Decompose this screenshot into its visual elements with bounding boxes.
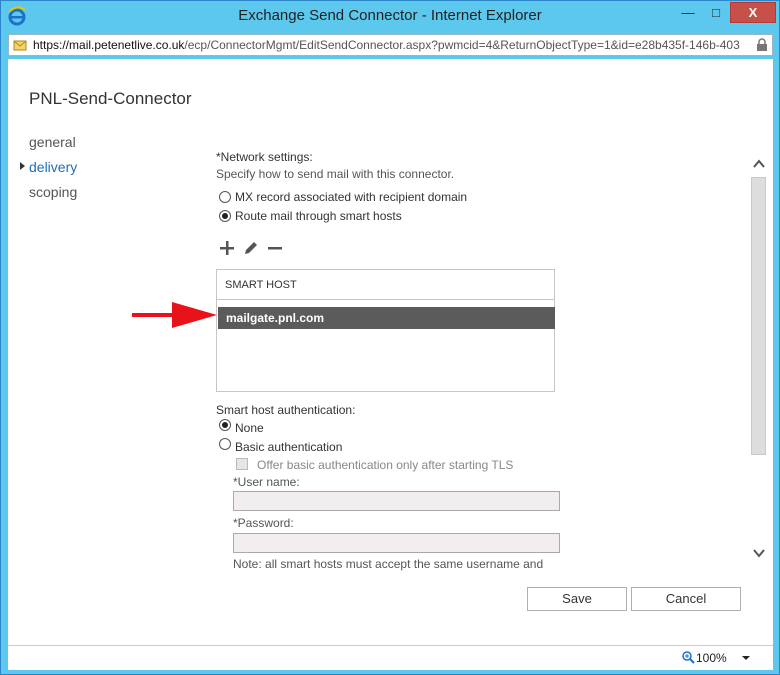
password-label: *Password: bbox=[233, 516, 294, 530]
zoom-icon[interactable] bbox=[682, 651, 695, 664]
auth-basic-radio[interactable] bbox=[219, 438, 231, 450]
network-settings-heading: *Network settings: bbox=[216, 150, 313, 164]
list-item[interactable]: mailgate.pnl.com bbox=[218, 307, 555, 329]
tls-checkbox-label: Offer basic authentication only after st… bbox=[257, 458, 514, 472]
email-page-icon bbox=[13, 40, 27, 51]
address-url[interactable]: https://mail.petenetlive.co.uk/ecp/Conne… bbox=[33, 38, 740, 52]
save-button[interactable]: Save bbox=[527, 587, 627, 611]
title-bar[interactable]: Exchange Send Connector - Internet Explo… bbox=[1, 1, 779, 32]
maximize-button[interactable]: □ bbox=[702, 2, 730, 23]
scrollbar-thumb[interactable] bbox=[751, 177, 766, 455]
network-settings-description: Specify how to send mail with this conne… bbox=[216, 167, 455, 181]
nav-item-scoping[interactable]: scoping bbox=[29, 184, 77, 200]
add-icon[interactable] bbox=[218, 239, 236, 257]
dialog-content: PNL-Send-Connector general delivery scop… bbox=[8, 59, 773, 645]
selected-caret-icon bbox=[20, 162, 25, 170]
remove-icon[interactable] bbox=[266, 239, 284, 257]
status-bar: 100% bbox=[8, 645, 773, 670]
nav-item-delivery[interactable]: delivery bbox=[29, 159, 77, 175]
password-field[interactable] bbox=[233, 533, 560, 553]
mx-record-label: MX record associated with recipient doma… bbox=[235, 190, 468, 204]
minimize-button[interactable]: — bbox=[674, 2, 702, 23]
browser-window: Exchange Send Connector - Internet Explo… bbox=[0, 0, 780, 675]
auth-none-radio[interactable] bbox=[219, 419, 231, 431]
nav-item-general[interactable]: general bbox=[29, 134, 76, 150]
zoom-level[interactable]: 100% bbox=[696, 651, 727, 665]
address-bar[interactable]: https://mail.petenetlive.co.uk/ecp/Conne… bbox=[8, 34, 773, 56]
annotation-arrow-icon bbox=[132, 302, 217, 328]
window-title: Exchange Send Connector - Internet Explo… bbox=[238, 7, 542, 24]
auth-note: Note: all smart hosts must accept the sa… bbox=[233, 557, 544, 571]
username-field[interactable] bbox=[233, 491, 560, 511]
scroll-down-icon[interactable] bbox=[752, 546, 766, 560]
close-button[interactable]: X bbox=[730, 2, 776, 23]
tls-checkbox[interactable] bbox=[236, 458, 248, 470]
page-title: PNL-Send-Connector bbox=[29, 89, 192, 108]
cancel-button[interactable]: Cancel bbox=[631, 587, 741, 611]
lock-icon[interactable] bbox=[756, 38, 768, 52]
auth-basic-label: Basic authentication bbox=[235, 440, 343, 454]
edit-pencil-icon[interactable] bbox=[242, 239, 260, 257]
smart-hosts-label: Route mail through smart hosts bbox=[235, 209, 402, 223]
smart-hosts-radio[interactable] bbox=[219, 210, 231, 222]
username-label: *User name: bbox=[233, 475, 300, 489]
auth-none-label: None bbox=[235, 421, 264, 435]
smart-host-auth-heading: Smart host authentication: bbox=[216, 403, 356, 417]
scroll-up-icon[interactable] bbox=[752, 157, 766, 171]
smart-host-list[interactable]: SMART HOST mailgate.pnl.com bbox=[216, 269, 555, 392]
smart-host-column-header[interactable]: SMART HOST bbox=[217, 270, 554, 300]
mx-record-radio[interactable] bbox=[219, 191, 231, 203]
zoom-dropdown-icon[interactable] bbox=[742, 656, 750, 660]
